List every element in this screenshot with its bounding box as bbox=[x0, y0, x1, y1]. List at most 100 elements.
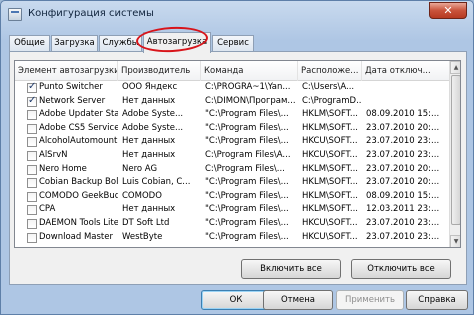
startup-item-checkbox[interactable] bbox=[27, 164, 37, 175]
system-configuration-window: Конфигурация системы ✕ Общие Загрузка Сл… bbox=[0, 0, 474, 315]
cell-date-disabled: 08.09.2010 15:... bbox=[366, 190, 440, 201]
cell-command: "C:\Program Files\... bbox=[205, 190, 289, 201]
cell-command: "C:\Program Files\... bbox=[205, 122, 289, 133]
column-header-manufacturer[interactable]: Производитель bbox=[118, 61, 201, 81]
cell-manufacturer: Нет данных bbox=[122, 136, 176, 147]
startup-item-checkbox[interactable] bbox=[27, 137, 37, 148]
vertical-scrollbar[interactable]: ▲ ▼ bbox=[449, 61, 460, 247]
cell-command: C:\Program Files\... bbox=[205, 163, 285, 174]
cell-location: HKCU\SOFT... bbox=[302, 217, 358, 228]
cell-date-disabled: 23.07.2010 23:... bbox=[366, 217, 440, 228]
cell-manufacturer: Нет данных bbox=[122, 204, 176, 215]
cell-command: "C:\Program Files\... bbox=[205, 136, 289, 147]
cell-date-disabled: 23.07.2010 20:... bbox=[366, 163, 440, 174]
cell-location: HKLM\SOFT... bbox=[302, 109, 359, 120]
startup-item-checkbox[interactable] bbox=[27, 81, 37, 93]
list-item[interactable]: DAEMON Tools Lite DT Soft Ltd "C:\Program … bbox=[15, 217, 450, 231]
list-item[interactable]: Download Master WestByte "C:\Program Files… bbox=[15, 231, 450, 245]
startup-item-checkbox[interactable] bbox=[27, 123, 37, 134]
tab-boot[interactable]: Загрузка bbox=[51, 35, 98, 52]
cell-date-disabled bbox=[364, 95, 450, 109]
cell-startup-item: AlcoholAutomount bbox=[39, 136, 118, 147]
cell-manufacturer: Нет данных bbox=[122, 149, 176, 160]
disable-all-button[interactable]: Отключить все bbox=[351, 259, 451, 279]
help-button[interactable]: Справка bbox=[406, 290, 468, 310]
startup-item-checkbox[interactable] bbox=[27, 150, 37, 161]
startup-item-checkbox[interactable] bbox=[27, 191, 37, 202]
cell-startup-item: Adobe Updater Sta... bbox=[39, 109, 118, 120]
startup-item-checkbox[interactable] bbox=[27, 95, 37, 107]
cell-startup-item: Download Master bbox=[39, 231, 113, 242]
startup-item-checkbox[interactable] bbox=[27, 205, 37, 216]
list-item[interactable]: AlcoholAutomount Нет данных "C:\Program Fi… bbox=[15, 135, 450, 149]
column-header-command[interactable]: Команда bbox=[201, 61, 298, 81]
cell-startup-item: Cobian Backup Bole... bbox=[39, 177, 118, 188]
column-header-date-disabled[interactable]: Дата отключ... bbox=[362, 61, 450, 81]
list-item[interactable]: CPA Нет данных "C:\Program Files\... HKLM\S… bbox=[15, 203, 450, 217]
list-item[interactable]: Nero Home Nero AG C:\Program Files\... HKLM… bbox=[15, 163, 450, 177]
cell-startup-item: CPA bbox=[39, 204, 56, 215]
cell-manufacturer: Adobe Syste... bbox=[122, 109, 184, 120]
cell-manufacturer: Нет данных bbox=[122, 95, 176, 106]
column-header-startup-item[interactable]: Элемент автозагрузки bbox=[15, 61, 118, 81]
msconfig-app-icon bbox=[8, 8, 22, 21]
list-item[interactable]: Adobe CS5 Service... Adobe Syste... "C:\Pr… bbox=[15, 122, 450, 136]
cell-command: C:\Program Files\A... bbox=[205, 149, 291, 160]
cell-startup-item: COMODO GeekBuddy bbox=[39, 190, 118, 201]
cell-startup-item: Punto Switcher bbox=[39, 82, 103, 92]
enable-all-button[interactable]: Включить все bbox=[241, 259, 341, 279]
ok-button[interactable]: ОК bbox=[201, 290, 271, 310]
list-item[interactable]: Cobian Backup Bole... Luis Cobian, C... "C… bbox=[15, 176, 450, 190]
scrollbar-thumb[interactable] bbox=[451, 75, 460, 225]
cell-manufacturer: WestByte bbox=[122, 231, 163, 242]
cell-startup-item: DAEMON Tools Lite bbox=[39, 217, 118, 228]
list-item[interactable]: AlSrvN Нет данных C:\Program Files\A... HKC… bbox=[15, 149, 450, 163]
list-rows: Punto Switcher ООО Яндекс C:\PROGRA~1\Yan.… bbox=[15, 81, 450, 244]
window-title: Конфигурация системы bbox=[28, 8, 154, 19]
cell-manufacturer: COMODO bbox=[122, 190, 162, 201]
cell-manufacturer: Luis Cobian, C... bbox=[122, 177, 191, 188]
apply-button[interactable]: Применить bbox=[336, 290, 404, 310]
list-item[interactable]: Punto Switcher ООО Яндекс C:\PROGRA~1\Yan.… bbox=[15, 81, 450, 95]
cell-date-disabled: 23.07.2010 23:... bbox=[366, 231, 440, 242]
cell-location: HKCU\SOFT... bbox=[302, 231, 358, 242]
cell-startup-item: Nero Home bbox=[39, 163, 87, 174]
cell-location: HKLM\SOFT... bbox=[302, 122, 359, 133]
scroll-down-arrow-icon[interactable]: ▼ bbox=[450, 235, 460, 247]
tab-startup[interactable]: Автозагрузка bbox=[143, 32, 211, 53]
list-item[interactable]: Adobe Updater Sta... Adobe Syste... "C:\Pr… bbox=[15, 108, 450, 122]
cancel-button[interactable]: Отмена bbox=[263, 290, 333, 310]
tab-services[interactable]: Службы bbox=[99, 35, 142, 52]
cell-location: HKCU\SOFT... bbox=[302, 136, 358, 147]
cell-manufacturer: DT Soft Ltd bbox=[122, 217, 170, 228]
startup-items-list[interactable]: Элемент автозагрузки Производитель Коман… bbox=[14, 60, 461, 248]
cell-date-disabled: 08.09.2010 15:... bbox=[366, 109, 440, 120]
close-button[interactable]: ✕ bbox=[429, 2, 467, 19]
cell-location: HKCU\SOFT... bbox=[302, 149, 358, 160]
cell-location: C:\Users\A... bbox=[302, 82, 355, 92]
cell-manufacturer: Nero AG bbox=[122, 163, 158, 174]
cell-command: "C:\Program Files\... bbox=[205, 204, 289, 215]
tab-tools[interactable]: Сервис bbox=[212, 35, 254, 52]
cell-command: "C:\Program Files\... bbox=[205, 217, 289, 228]
list-item[interactable]: Network Server Нет данных C:\DIMON\Програм… bbox=[15, 95, 450, 109]
list-item[interactable]: COMODO GeekBuddy COMODO "C:\Program Files\… bbox=[15, 190, 450, 204]
column-header-location[interactable]: Расположе... bbox=[298, 61, 362, 81]
cell-manufacturer: Adobe Syste... bbox=[122, 122, 184, 133]
cell-command: "C:\Program Files\... bbox=[205, 231, 289, 242]
startup-item-checkbox[interactable] bbox=[27, 110, 37, 121]
cell-location: C:\ProgramD... bbox=[302, 95, 362, 106]
tab-general[interactable]: Общие bbox=[9, 35, 50, 52]
scroll-up-arrow-icon[interactable]: ▲ bbox=[450, 61, 460, 74]
cell-startup-item: AlSrvN bbox=[39, 149, 68, 160]
cell-location: HKLM\SOFT... bbox=[302, 204, 359, 215]
cell-location: HKLM\SOFT... bbox=[302, 177, 359, 188]
startup-item-checkbox[interactable] bbox=[27, 218, 37, 229]
cell-location: HKLM\SOFT... bbox=[302, 163, 359, 174]
cell-manufacturer: ООО Яндекс bbox=[122, 82, 178, 92]
startup-item-checkbox[interactable] bbox=[27, 178, 37, 189]
startup-item-checkbox[interactable] bbox=[27, 232, 37, 243]
cell-command: C:\DIMON\Програм... bbox=[205, 95, 296, 106]
cell-command: C:\PROGRA~1\Yan... bbox=[205, 82, 291, 92]
title-bar[interactable]: Конфигурация системы ✕ bbox=[1, 1, 473, 27]
